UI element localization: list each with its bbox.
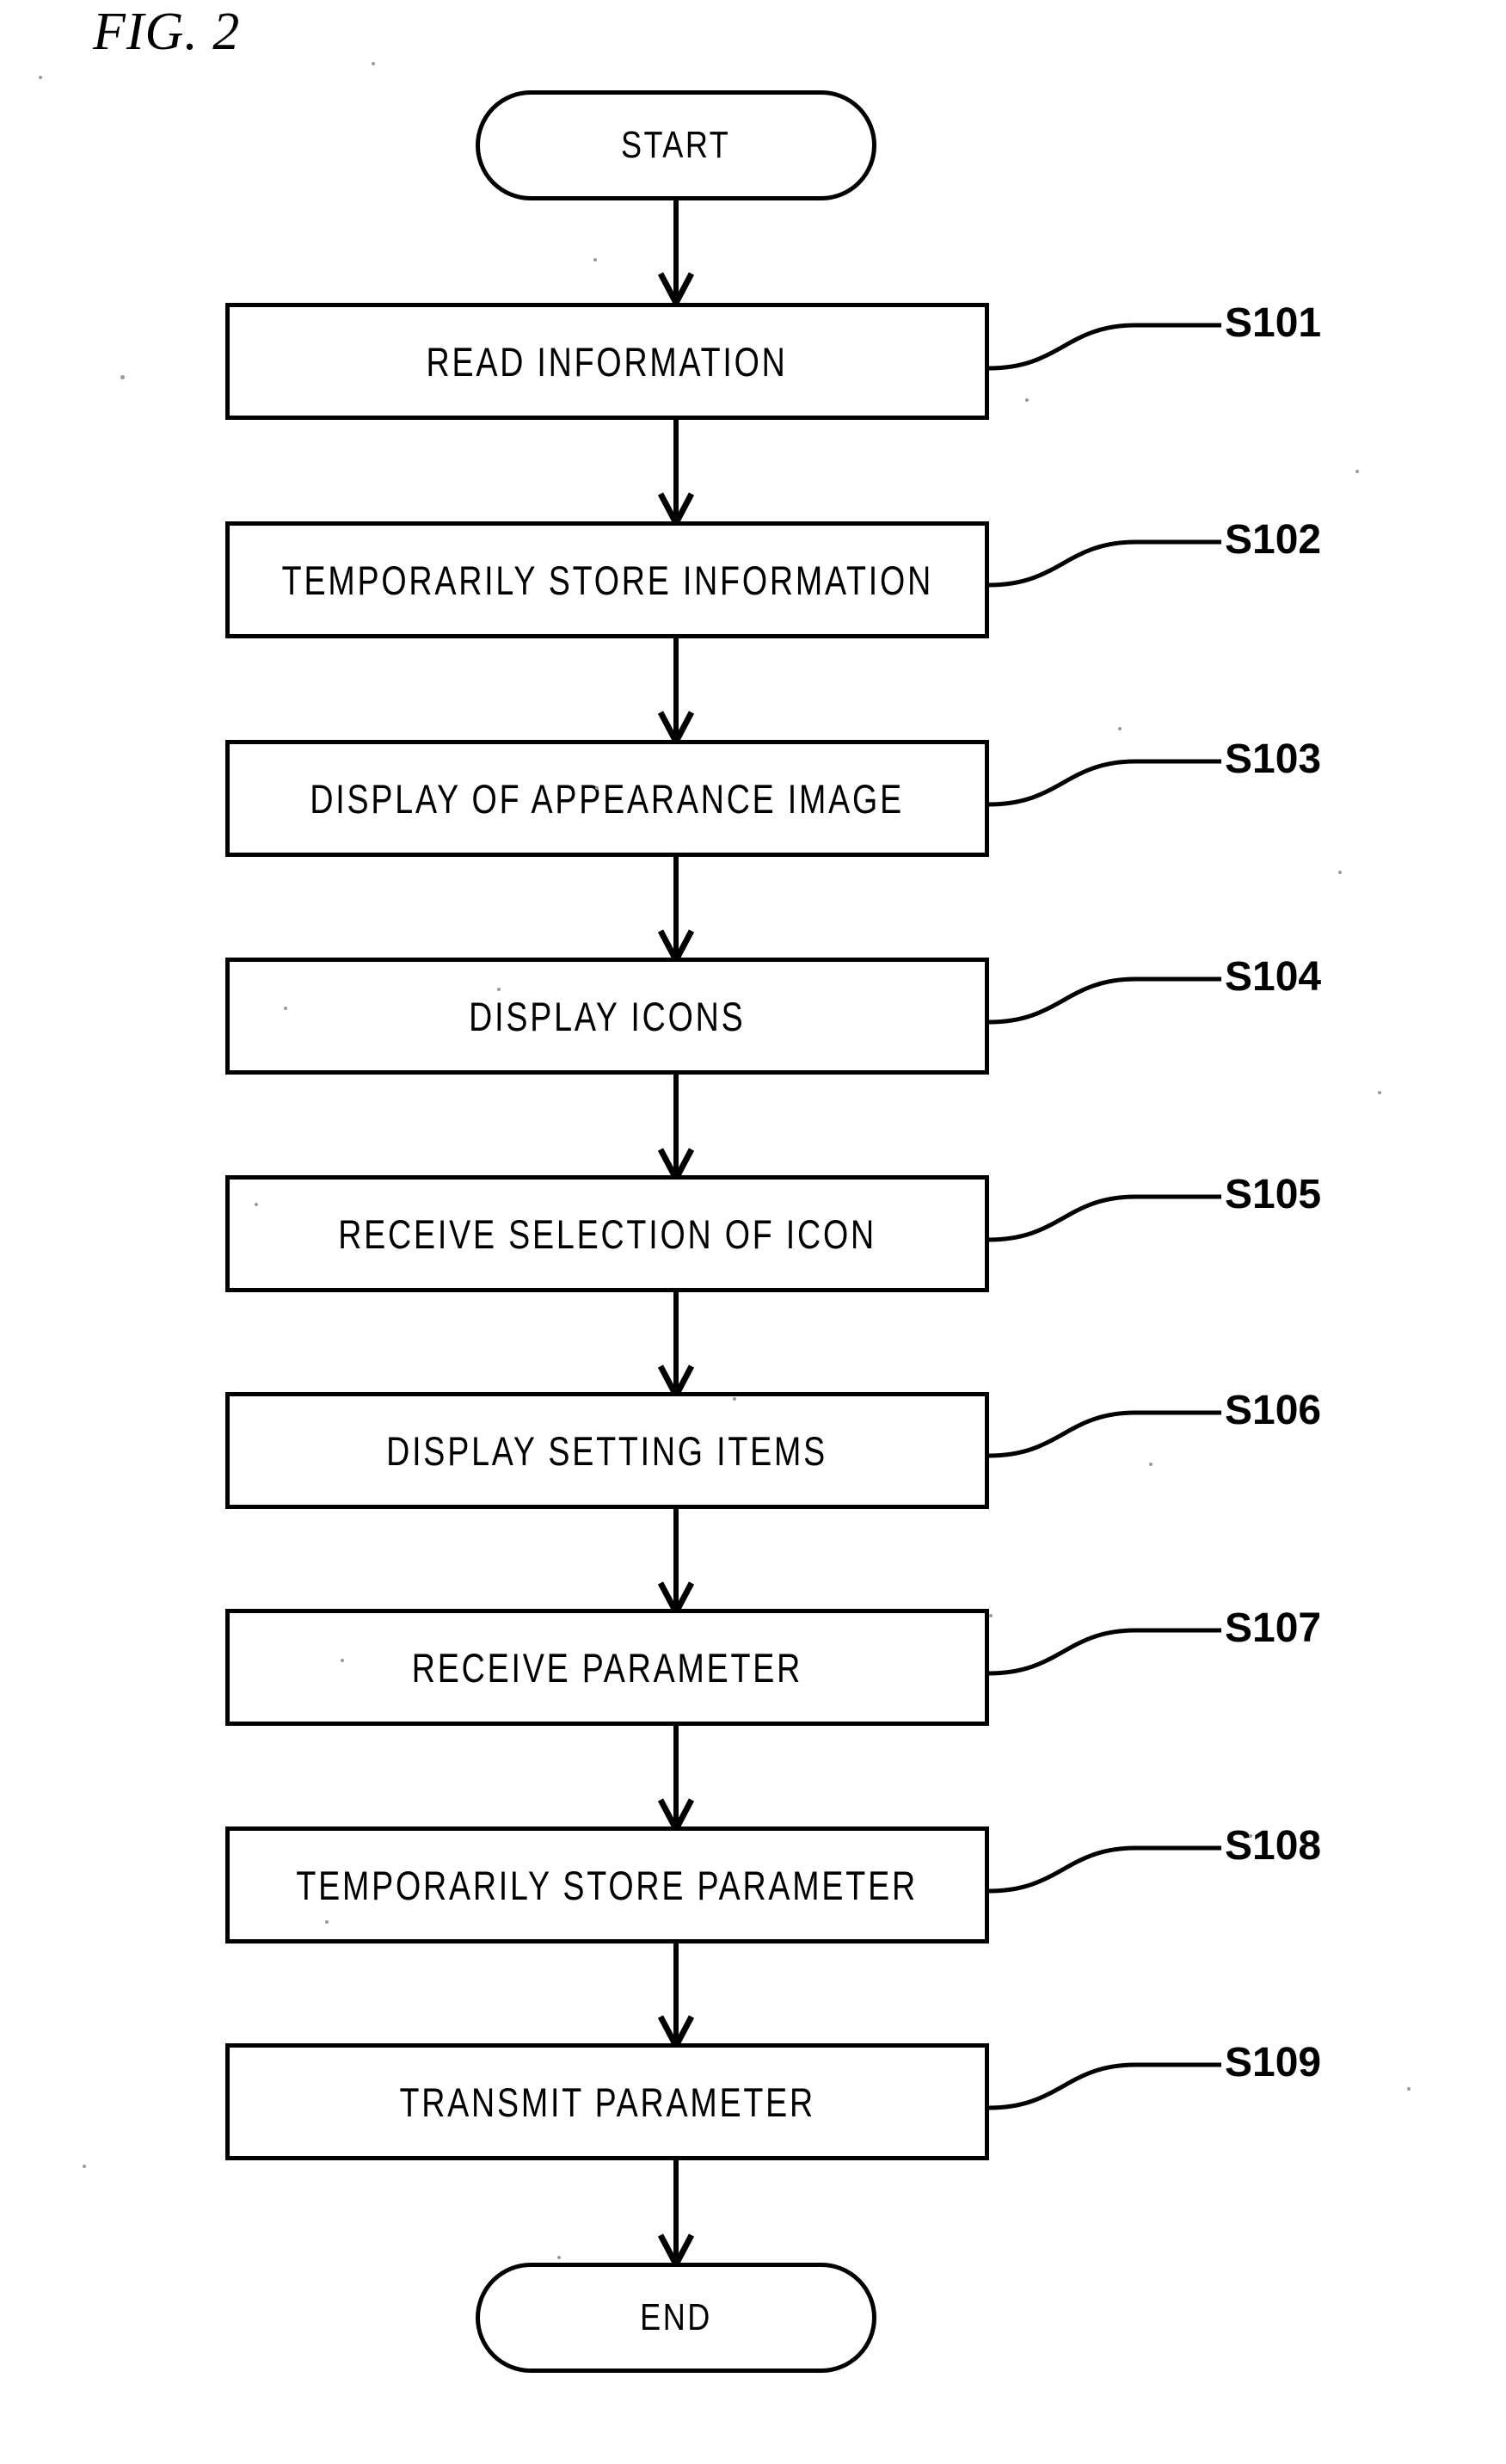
step-ref-s107: S107: [1225, 1605, 1322, 1651]
leader-s104: [988, 976, 1221, 1025]
flow-node-s104-label: DISPLAY ICONS: [469, 993, 746, 1039]
scan-speck: [325, 1920, 329, 1924]
flow-node-s104: DISPLAY ICONS: [225, 958, 989, 1075]
step-ref-s103: S103: [1225, 736, 1322, 782]
flow-node-s109-label: TRANSMIT PARAMETER: [399, 2079, 815, 2125]
flow-node-s106-label: DISPLAY SETTING ITEMS: [386, 1427, 828, 1474]
flow-node-s103-label: DISPLAY OF APPEARANCE IMAGE: [310, 775, 905, 822]
flow-node-s107: RECEIVE PARAMETER: [225, 1609, 989, 1726]
flow-node-s109: TRANSMIT PARAMETER: [225, 2043, 989, 2160]
flow-node-s101-label: READ INFORMATION: [426, 338, 789, 385]
scan-speck: [120, 375, 125, 379]
arrow-s101-to-s102: [657, 419, 695, 530]
step-ref-s109: S109: [1225, 2040, 1322, 2085]
leader-s102: [988, 539, 1221, 588]
scan-speck: [1355, 470, 1359, 473]
scan-speck: [557, 2256, 561, 2259]
leader-s105: [988, 1194, 1221, 1242]
flow-node-s108-label: TEMPORARILY STORE PARAMETER: [296, 1862, 919, 1908]
arrow-s103-to-s104: [657, 856, 695, 967]
figure-title: FIG. 2: [93, 3, 241, 61]
arrow-s102-to-s103: [657, 638, 695, 748]
arrow-s106-to-s107: [657, 1507, 695, 1619]
arrow-s108-to-s109: [657, 1941, 695, 2053]
flow-node-s107-label: RECEIVE PARAMETER: [411, 1644, 803, 1691]
arrow-s104-to-s105: [657, 1074, 695, 1186]
arrow-s105-to-s106: [657, 1291, 695, 1402]
flow-node-s102: TEMPORARILY STORE INFORMATION: [225, 521, 989, 638]
scan-speck: [1149, 1463, 1153, 1466]
scan-speck: [1407, 2087, 1411, 2091]
scan-speck: [1118, 727, 1122, 730]
step-ref-s104: S104: [1225, 954, 1322, 1000]
patent-figure-canvas: FIG. 2 START READ INFORMATION TEMPORARIL…: [0, 0, 1506, 2464]
flow-node-s102-label: TEMPORARILY STORE INFORMATION: [281, 557, 933, 603]
flow-node-s106: DISPLAY SETTING ITEMS: [225, 1392, 989, 1509]
flow-node-s105: RECEIVE SELECTION OF ICON: [225, 1175, 989, 1292]
leader-s103: [988, 759, 1221, 807]
arrow-start-to-s101: [657, 200, 695, 310]
arrow-s109-to-end: [657, 2158, 695, 2271]
step-ref-s106: S106: [1225, 1388, 1322, 1433]
flow-node-s105-label: RECEIVE SELECTION OF ICON: [338, 1210, 876, 1257]
scan-speck: [284, 1007, 287, 1010]
scan-speck: [733, 1397, 736, 1401]
step-ref-s108: S108: [1225, 1823, 1322, 1869]
scan-speck: [497, 988, 501, 991]
scan-speck: [595, 786, 599, 790]
scan-speck: [1249, 1834, 1252, 1838]
flow-node-s103: DISPLAY OF APPEARANCE IMAGE: [225, 740, 989, 857]
scan-speck: [593, 258, 597, 262]
scan-speck: [1338, 871, 1342, 874]
scan-speck: [989, 1614, 993, 1617]
flow-node-s108: TEMPORARILY STORE PARAMETER: [225, 1826, 989, 1943]
leader-s109: [988, 2062, 1221, 2110]
scan-speck: [372, 62, 375, 65]
leader-lines: [988, 323, 1221, 2110]
step-ref-s101: S101: [1225, 300, 1322, 346]
flow-node-s101: READ INFORMATION: [225, 303, 989, 420]
scan-speck: [83, 2165, 86, 2168]
scan-speck: [39, 76, 42, 79]
arrow-s107-to-s108: [657, 1724, 695, 1836]
leader-s101: [988, 323, 1221, 371]
step-ref-s105: S105: [1225, 1172, 1322, 1217]
leader-s106: [988, 1410, 1221, 1458]
leader-s107: [988, 1628, 1221, 1676]
flow-node-end: END: [476, 2263, 876, 2373]
leader-s108: [988, 1845, 1221, 1894]
flow-node-end-label: END: [640, 2296, 712, 2338]
scan-speck: [1378, 1091, 1381, 1094]
scan-speck: [255, 1203, 258, 1206]
scan-speck: [341, 1659, 344, 1662]
scan-speck: [1025, 398, 1029, 402]
flow-node-start: START: [476, 90, 876, 200]
flow-node-start-label: START: [621, 124, 731, 166]
step-ref-s102: S102: [1225, 517, 1322, 563]
